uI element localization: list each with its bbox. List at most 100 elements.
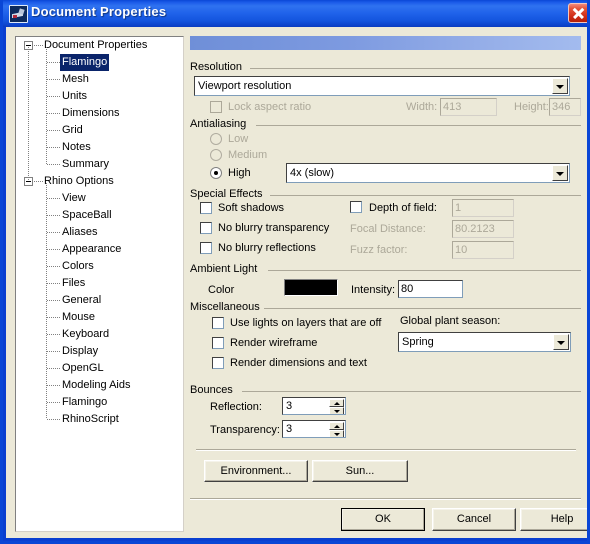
antialiasing-low-radio[interactable] (210, 133, 222, 145)
no-blurry-transparency-checkbox[interactable] (200, 222, 212, 234)
transparency-bounces-stepper[interactable]: 3 (282, 420, 346, 438)
tree-item[interactable]: Keyboard (16, 326, 183, 343)
tree-item[interactable]: Files (16, 275, 183, 292)
close-icon[interactable] (568, 3, 587, 23)
focal-distance-input[interactable]: 80.2123 (452, 220, 514, 238)
global-plant-season-combo[interactable]: Spring (398, 332, 571, 352)
help-button[interactable]: Help (520, 508, 587, 531)
window-title: Document Properties (31, 4, 167, 19)
tree-item[interactable]: Document Properties (16, 37, 183, 54)
settings-tree[interactable]: Document Properties Flamingo Mesh Units Dime… (15, 36, 184, 532)
tree-item-grid[interactable]: Grid (62, 122, 83, 139)
fuzz-factor-label: Fuzz factor: (350, 244, 408, 256)
tree-item[interactable]: Units (16, 88, 183, 105)
tree-item[interactable]: Aliases (16, 224, 183, 241)
tree-item-modeling-aids[interactable]: Modeling Aids (62, 377, 131, 394)
tree-item[interactable]: View (16, 190, 183, 207)
antialiasing-quality-value: 4x (slow) (290, 167, 335, 179)
reflection-spin-down-icon[interactable] (329, 407, 344, 414)
antialiasing-high-label: High (228, 167, 251, 179)
reflection-spin-up-icon[interactable] (329, 399, 344, 407)
tree-item-notes[interactable]: Notes (62, 139, 91, 156)
tree-item-flamingo[interactable]: Flamingo (62, 394, 107, 411)
tree-item[interactable]: Rhino Options (16, 173, 183, 190)
tree-item-appearance[interactable]: Appearance (62, 241, 121, 258)
chevron-down-icon[interactable] (553, 334, 569, 350)
tree-item-flamingo[interactable]: Flamingo (60, 54, 110, 71)
tree-item-display[interactable]: Display (62, 343, 98, 360)
tree-item[interactable]: Modeling Aids (16, 377, 183, 394)
tree-item[interactable]: Grid (16, 122, 183, 139)
tree-item-general[interactable]: General (62, 292, 101, 309)
render-dimensions-and-text-checkbox[interactable] (212, 357, 224, 369)
dialog-client-area: Document Properties Flamingo Mesh Units Dime… (6, 27, 587, 538)
reflection-bounces-label: Reflection: (210, 401, 262, 413)
tree-item-keyboard[interactable]: Keyboard (62, 326, 109, 343)
tree-item-view[interactable]: View (62, 190, 86, 207)
tree-item[interactable]: Display (16, 343, 183, 360)
sun-button[interactable]: Sun... (312, 460, 408, 482)
tree-connector (47, 266, 60, 267)
tree-item[interactable]: Mesh (16, 71, 183, 88)
tree-connector (47, 368, 60, 369)
cancel-button[interactable]: Cancel (432, 508, 516, 531)
tree-item[interactable]: Appearance (16, 241, 183, 258)
tree-item-aliases[interactable]: Aliases (62, 224, 97, 241)
chevron-down-icon[interactable] (552, 78, 568, 94)
chevron-down-icon[interactable] (552, 165, 568, 181)
tree-item[interactable]: SpaceBall (16, 207, 183, 224)
tree-item-summary[interactable]: Summary (62, 156, 109, 173)
tree-item-opengl[interactable]: OpenGL (62, 360, 104, 377)
tree-item[interactable]: Notes (16, 139, 183, 156)
tree-item[interactable]: Flamingo (16, 54, 183, 71)
depth-of-field-checkbox[interactable] (350, 201, 362, 213)
transparency-spin-down-icon[interactable] (329, 430, 344, 437)
height-input[interactable]: 346 (549, 98, 581, 116)
height-label: Height: (514, 101, 549, 113)
tree-item-mesh[interactable]: Mesh (62, 71, 89, 88)
tree-connector (47, 385, 60, 386)
tree-item-files[interactable]: Files (62, 275, 85, 292)
tree-item-dimensions[interactable]: Dimensions (62, 105, 119, 122)
width-input[interactable]: 413 (440, 98, 497, 116)
tree-item[interactable]: General (16, 292, 183, 309)
ambient-intensity-input[interactable]: 80 (398, 280, 463, 298)
tree-item[interactable]: OpenGL (16, 360, 183, 377)
tree-item-rhinoscript[interactable]: RhinoScript (62, 411, 119, 428)
fuzz-factor-input[interactable]: 10 (452, 241, 514, 259)
tree-item[interactable]: Colors (16, 258, 183, 275)
resolution-preset-value: Viewport resolution (198, 80, 292, 92)
ok-button[interactable]: OK (341, 508, 425, 531)
tree-item[interactable]: Flamingo (16, 394, 183, 411)
reflection-bounces-stepper[interactable]: 3 (282, 397, 346, 415)
tree-item-rhino-options[interactable]: Rhino Options (44, 173, 114, 190)
environment-button[interactable]: Environment... (204, 460, 308, 482)
tree-connector (47, 79, 60, 80)
tree-item[interactable]: RhinoScript (16, 411, 183, 428)
tree-item-colors[interactable]: Colors (62, 258, 94, 275)
resolution-preset-combo[interactable]: Viewport resolution (194, 76, 570, 96)
soft-shadows-checkbox[interactable] (200, 202, 212, 214)
antialiasing-high-radio[interactable] (210, 167, 222, 179)
use-lights-on-off-layers-checkbox[interactable] (212, 317, 224, 329)
antialiasing-quality-combo[interactable]: 4x (slow) (286, 163, 570, 183)
transparency-spin-up-icon[interactable] (329, 422, 344, 430)
lock-aspect-ratio-checkbox[interactable] (210, 101, 222, 113)
antialiasing-medium-radio[interactable] (210, 149, 222, 161)
panel-header-bar (190, 36, 581, 50)
tree-item-document-properties[interactable]: Document Properties (44, 37, 147, 54)
special-effects-group-label: Special Effects (190, 188, 267, 200)
focal-distance-label: Focal Distance: (350, 223, 426, 235)
ambient-color-swatch[interactable] (284, 279, 338, 296)
render-wireframe-checkbox[interactable] (212, 337, 224, 349)
tree-item-units[interactable]: Units (62, 88, 87, 105)
tree-connector (47, 402, 60, 403)
no-blurry-reflections-checkbox[interactable] (200, 242, 212, 254)
tree-item[interactable]: Dimensions (16, 105, 183, 122)
depth-of-field-input[interactable]: 1 (452, 199, 514, 217)
tree-item[interactable]: Mouse (16, 309, 183, 326)
tree-item-mouse[interactable]: Mouse (62, 309, 95, 326)
tree-item[interactable]: Summary (16, 156, 183, 173)
transparency-bounces-value: 3 (286, 423, 293, 435)
tree-item-spaceball[interactable]: SpaceBall (62, 207, 112, 224)
